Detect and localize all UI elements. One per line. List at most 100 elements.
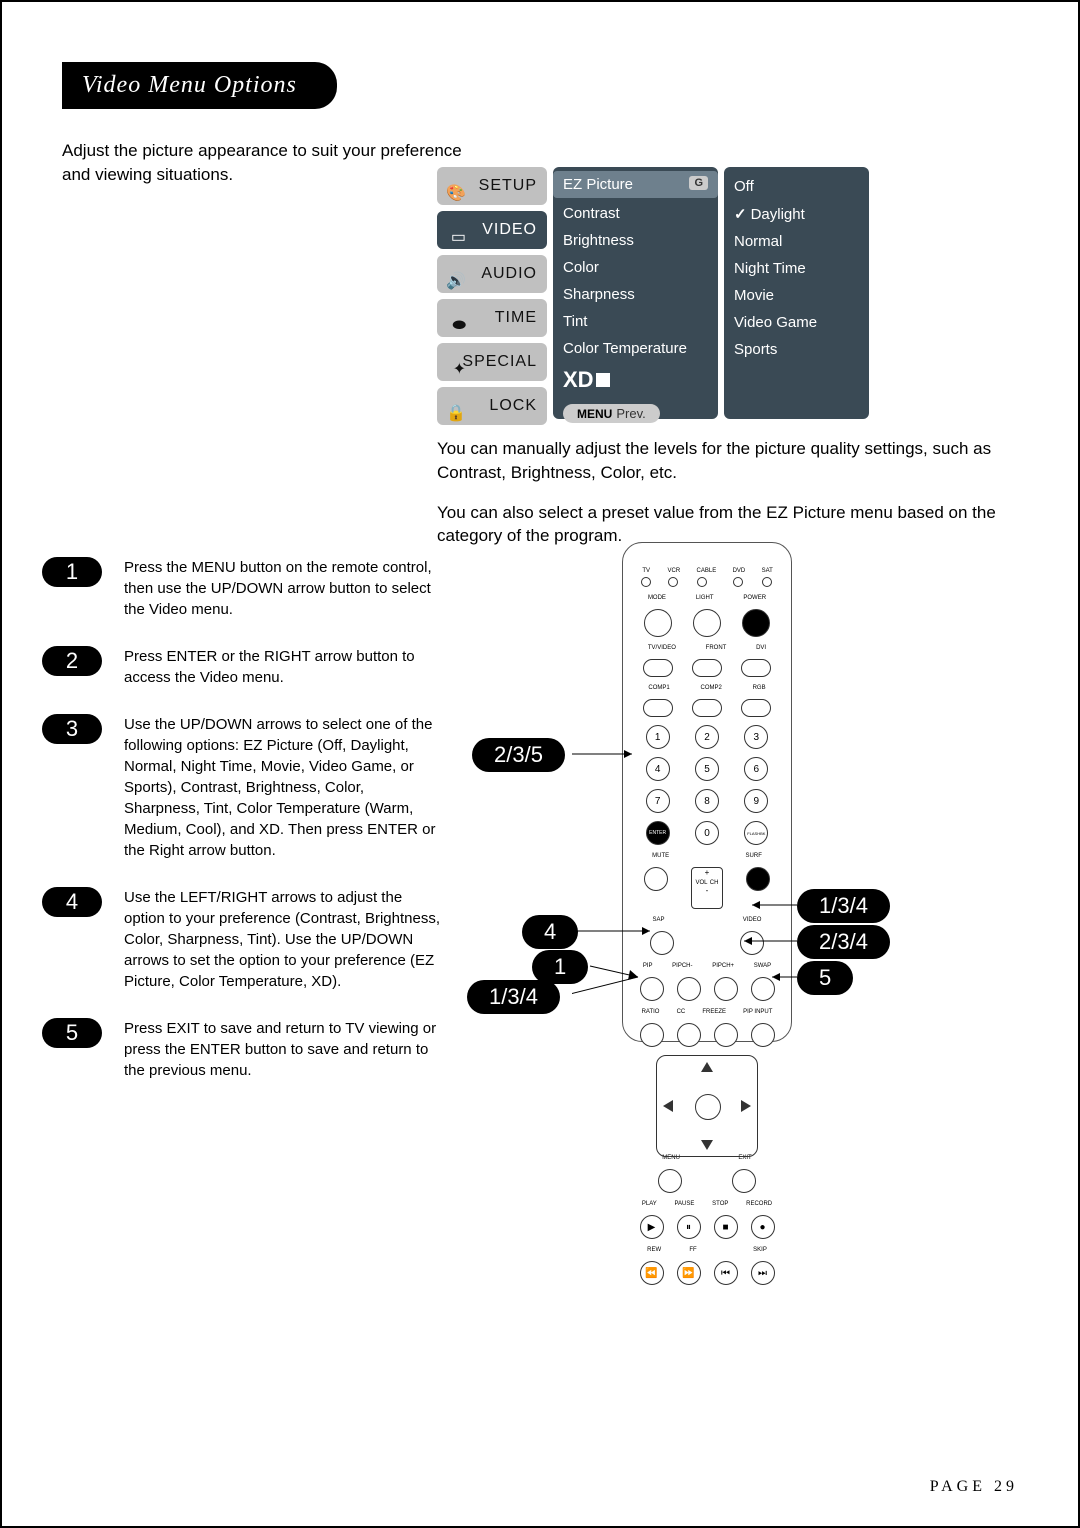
front-button[interactable]	[692, 659, 722, 677]
right-arrow-button[interactable]	[741, 1100, 751, 1112]
step-4: 4Use the LEFT/RIGHT arrows to adjust the…	[42, 887, 442, 992]
option-xd[interactable]: XD	[563, 362, 708, 398]
tab-label: LOCK	[489, 397, 537, 414]
up-arrow-button[interactable]	[701, 1062, 713, 1072]
pipch-minus-button[interactable]	[677, 977, 701, 1001]
num-7-button[interactable]: 7	[646, 789, 670, 813]
prev-button[interactable]: MENUPrev.	[563, 404, 660, 423]
num-3-button[interactable]: 3	[744, 725, 768, 749]
option-sharpness[interactable]: Sharpness	[563, 281, 708, 308]
power-button[interactable]	[742, 609, 770, 637]
step-number: 2	[42, 646, 102, 676]
num-5-button[interactable]: 5	[695, 757, 719, 781]
tab-lock[interactable]: 🔒LOCK	[437, 387, 547, 425]
skip-fwd-button[interactable]: ⏭	[751, 1261, 775, 1285]
rew-button[interactable]: ⏪	[640, 1261, 664, 1285]
mode-button[interactable]	[644, 609, 672, 637]
page-number: PAGE 29	[930, 1478, 1018, 1496]
vol-label: VOL	[696, 880, 708, 886]
value-night-time[interactable]: Night Time	[734, 255, 859, 282]
freeze-button[interactable]	[714, 1023, 738, 1047]
stop-label: STOP	[712, 1201, 728, 1207]
vol-ch-rocker[interactable]: +VOL CH-	[691, 867, 723, 909]
num-6-button[interactable]: 6	[744, 757, 768, 781]
video-button[interactable]	[740, 931, 764, 955]
tab-time[interactable]: ⬬TIME	[437, 299, 547, 337]
skip-label: SKIP	[753, 1247, 767, 1253]
callout-enter: 2/3/5	[472, 738, 565, 772]
num-0-button[interactable]: 0	[695, 821, 719, 845]
ff-button[interactable]: ⏩	[677, 1261, 701, 1285]
value-movie[interactable]: Movie	[734, 282, 859, 309]
remote-control: TV VCR CABLE DVD SAT MODELIGHTPOWER TV/V…	[622, 542, 792, 1042]
video-options-panel: EZ PictureG Contrast Brightness Color Sh…	[553, 167, 718, 419]
mute-button[interactable]	[644, 867, 668, 891]
option-ez-picture[interactable]: EZ PictureG	[553, 171, 718, 198]
rgb-button[interactable]	[741, 699, 771, 717]
freeze-label: FREEZE	[702, 1009, 726, 1015]
sap-button[interactable]	[650, 931, 674, 955]
tab-audio[interactable]: 🔊AUDIO	[437, 255, 547, 293]
value-off[interactable]: Off	[734, 173, 859, 200]
pause-label: PAUSE	[675, 1201, 695, 1207]
stop-button[interactable]: ■	[714, 1215, 738, 1239]
tab-video[interactable]: ▭VIDEO	[437, 211, 547, 249]
step-2: 2 Press ENTER or the RIGHT arrow button t…	[42, 646, 442, 688]
btn-mode-label: MODE	[648, 595, 666, 601]
exit-button[interactable]	[732, 1169, 756, 1193]
remote-diagram: TV VCR CABLE DVD SAT MODELIGHTPOWER TV/V…	[572, 542, 1032, 1062]
rew-label: REW	[647, 1247, 661, 1253]
pause-button[interactable]: ⏸	[677, 1215, 701, 1239]
left-arrow-button[interactable]	[663, 1100, 673, 1112]
menu-button[interactable]	[658, 1169, 682, 1193]
step-text: Press ENTER or the RIGHT arrow button to…	[124, 646, 442, 688]
pip-button[interactable]	[640, 977, 664, 1001]
value-sports[interactable]: Sports	[734, 336, 859, 363]
num-9-button[interactable]: 9	[744, 789, 768, 813]
value-daylight[interactable]: ✓Daylight	[734, 200, 859, 228]
num-1-button[interactable]: 1	[646, 725, 670, 749]
dvi-button[interactable]	[741, 659, 771, 677]
num-2-button[interactable]: 2	[695, 725, 719, 749]
enter-button[interactable]: ENTER	[646, 821, 670, 845]
swap-button[interactable]	[751, 977, 775, 1001]
tab-special[interactable]: ✦SPECIAL	[437, 343, 547, 381]
num-8-button[interactable]: 8	[695, 789, 719, 813]
skip-back-button[interactable]: ⏮	[714, 1261, 738, 1285]
step-number: 4	[42, 887, 102, 917]
value-normal[interactable]: Normal	[734, 228, 859, 255]
surf-button[interactable]	[746, 867, 770, 891]
pipch-plus-button[interactable]	[714, 977, 738, 1001]
flashbk-button[interactable]: FLASHBK	[744, 821, 768, 845]
tab-setup[interactable]: 🎨SETUP	[437, 167, 547, 205]
step-list: 1Press the MENU button on the remote con…	[42, 557, 442, 1107]
num-4-button[interactable]: 4	[646, 757, 670, 781]
option-color-temperature[interactable]: Color Temperature	[563, 335, 708, 362]
led-icon	[733, 577, 743, 587]
value-video-game[interactable]: Video Game	[734, 309, 859, 336]
palette-icon: 🎨	[445, 175, 467, 197]
comp2-button[interactable]	[692, 699, 722, 717]
option-color[interactable]: Color	[563, 254, 708, 281]
record-button[interactable]: ●	[751, 1215, 775, 1239]
comp1-button[interactable]	[643, 699, 673, 717]
led-vcr-label: VCR	[668, 568, 681, 574]
dpad-center-button[interactable]	[695, 1094, 721, 1120]
cc-button[interactable]	[677, 1023, 701, 1047]
option-tint[interactable]: Tint	[563, 308, 708, 335]
desc-paragraph-1: You can manually adjust the levels for t…	[437, 437, 1017, 485]
ratio-button[interactable]	[640, 1023, 664, 1047]
option-brightness[interactable]: Brightness	[563, 227, 708, 254]
play-button[interactable]: ▶	[640, 1215, 664, 1239]
xd-icon	[596, 373, 610, 387]
callout-menu-below: 1/3/4	[467, 980, 560, 1014]
callout-menu: 1	[532, 950, 588, 984]
callout-up-right: 1/3/4	[797, 889, 890, 923]
option-contrast[interactable]: Contrast	[563, 200, 708, 227]
light-button[interactable]	[693, 609, 721, 637]
pipinput-button[interactable]	[751, 1023, 775, 1047]
btn-tvvideo-label: TV/VIDEO	[648, 645, 676, 651]
step-number: 3	[42, 714, 102, 744]
down-arrow-button[interactable]	[701, 1140, 713, 1150]
tvvideo-button[interactable]	[643, 659, 673, 677]
